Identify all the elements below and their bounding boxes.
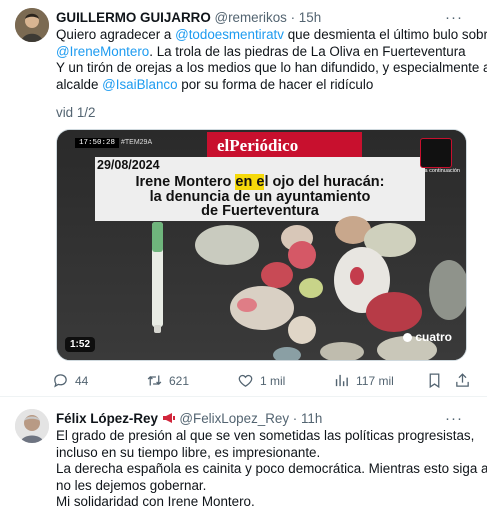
channel-watermark: cuatro: [403, 330, 452, 344]
bookmark-icon: [429, 373, 440, 389]
bookmark-button[interactable]: [426, 372, 449, 389]
megaphone-icon: [162, 413, 175, 423]
more-options-icon[interactable]: ···: [445, 410, 463, 427]
heart-icon: [238, 374, 253, 387]
retweet-button[interactable]: 621: [146, 372, 189, 389]
share-button[interactable]: [454, 372, 477, 389]
tweet-text: El grado de presión al que se ven someti…: [56, 428, 487, 509]
like-button[interactable]: 1 mil: [237, 372, 285, 389]
author-name[interactable]: Félix López-Rey: [56, 411, 158, 426]
video-clock: 17:50:28: [75, 138, 120, 148]
video-player[interactable]: 17:50:28 #TEM29A elPeriódico 29/08/2024 …: [56, 129, 467, 361]
author-name[interactable]: GUILLERMO GUIJARRO: [56, 10, 211, 25]
reply-icon: [54, 374, 67, 388]
author-handle[interactable]: @FelixLopez_Rey: [179, 411, 289, 426]
mention-link[interactable]: @IsaiBlanco: [102, 77, 177, 92]
tweet-felix[interactable]: Félix López-Rey @FelixLopez_Rey · 11h ··…: [0, 396, 487, 518]
video-tag: #TEM29A: [121, 139, 153, 146]
retweet-icon: [147, 375, 162, 386]
video-duration: 1:52: [65, 337, 96, 352]
up-next-label: a continuación: [424, 168, 460, 174]
brand-logo: elPeriódico: [217, 136, 299, 155]
program-logo: [420, 138, 452, 168]
tweet-header: Félix López-Rey @FelixLopez_Rey · 11h ··…: [56, 410, 463, 427]
tweet-time[interactable]: 11h: [301, 411, 322, 426]
avatar[interactable]: [15, 409, 49, 443]
views-icon: [335, 374, 348, 387]
more-options-icon[interactable]: ···: [445, 9, 463, 26]
tweet-text: Quiero agradecer a @todoesmentiratv que …: [56, 27, 487, 92]
avatar[interactable]: [15, 8, 49, 42]
video-date: 29/08/2024: [97, 158, 160, 172]
mention-link[interactable]: @IreneMontero: [56, 44, 149, 59]
video-counter: vid 1/2: [56, 105, 96, 120]
video-headline: Irene Montero en el ojo del huracán: la …: [135, 174, 385, 219]
views-button[interactable]: 117 mil: [333, 372, 394, 389]
tweet-actions: 44 621 1 mil 117 mil: [52, 372, 473, 392]
tweet-guillermo[interactable]: GUILLERMO GUIJARRO @remerikos · 15h ··· …: [0, 0, 487, 396]
tweet-header: GUILLERMO GUIJARRO @remerikos · 15h ···: [56, 9, 463, 26]
author-handle[interactable]: @remerikos: [214, 10, 286, 25]
tweet-time[interactable]: 15h: [299, 10, 321, 25]
reply-button[interactable]: 44: [52, 372, 88, 389]
share-icon: [456, 373, 469, 387]
mention-link[interactable]: @todoesmentiratv: [175, 27, 284, 42]
